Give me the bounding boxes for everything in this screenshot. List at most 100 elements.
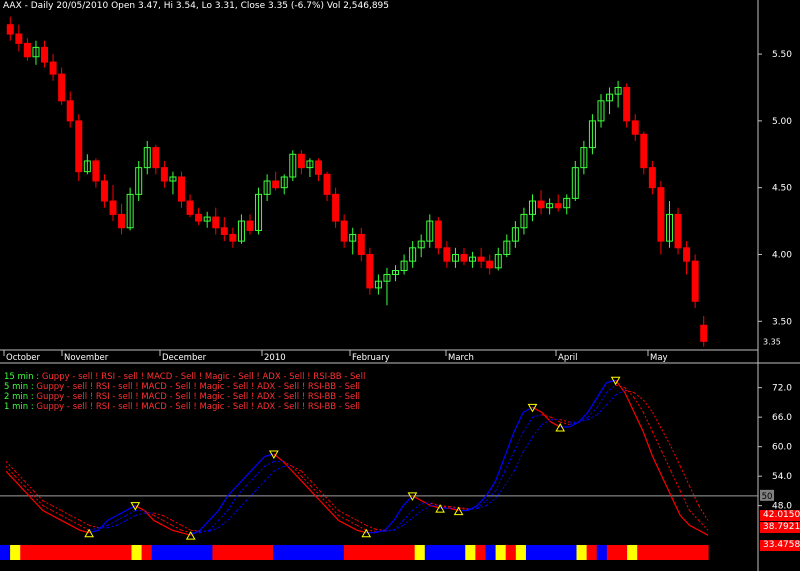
oscillator-signal-segment	[338, 515, 348, 521]
oscillator-segment	[652, 456, 663, 477]
oscillator-segment	[217, 495, 229, 511]
signal-segment	[333, 545, 345, 560]
oscillator-signal-segment	[670, 471, 681, 492]
oscillator-segment	[162, 524, 173, 531]
signal-segment	[343, 545, 355, 560]
oscillator-signal-segment	[255, 480, 265, 492]
signal-segment	[616, 545, 628, 560]
price-axis: 5.50 5.00 4.50 4.00 3.50 3.35	[758, 50, 792, 346]
oscillator-segment	[384, 520, 395, 531]
signal-segment	[647, 545, 659, 560]
oscillator-segment	[227, 485, 238, 497]
time-label-may: May	[650, 353, 668, 363]
signal-segment	[30, 545, 42, 560]
signal-segment	[394, 545, 406, 560]
oscillator-signal-segment	[292, 465, 302, 472]
oscillator-segment	[291, 470, 303, 482]
candle-body	[178, 176, 185, 202]
oscillator-segment	[51, 514, 62, 521]
oscillator-signal-segment	[218, 520, 228, 529]
price-grid	[0, 0, 800, 571]
oscillator-signal-segment	[642, 412, 654, 433]
signal-segment	[273, 545, 284, 560]
price-chart[interactable]: 5.50 5.00 4.50 4.00 3.50 3.35 October November…	[0, 0, 800, 571]
oscillator-segment	[698, 529, 709, 536]
oscillator-signal-segment	[291, 465, 302, 477]
oscillator-signal-segment	[532, 414, 542, 418]
candle-body	[212, 216, 220, 229]
oscillator-signal-segment	[698, 505, 709, 521]
oscillator-signal-segment	[504, 451, 515, 472]
oscillator-signal-segment	[356, 524, 367, 531]
signal-segment	[657, 545, 669, 560]
oscillator-signal-segment	[51, 505, 62, 512]
oscillator-signal-segment	[412, 502, 422, 511]
oscillator-signal-segment	[51, 510, 62, 516]
oscillator-signal-segment	[227, 495, 238, 511]
candle-body	[340, 220, 348, 242]
oscillator-signal-segment	[661, 429, 672, 447]
oscillator-segment	[42, 510, 53, 517]
signal-segment	[637, 545, 648, 560]
signal-segment	[202, 545, 213, 560]
signal-segment	[293, 545, 305, 560]
oscillator-segment	[33, 500, 44, 511]
signal-segment	[455, 545, 466, 560]
signal-segment	[192, 545, 203, 560]
signal-segment	[606, 545, 618, 560]
oscillator-signal-segment	[366, 524, 376, 530]
oscillator-signal-segment	[606, 384, 616, 393]
indicator-2min-text: Guppy - sell ! RSI - sell ! MACD - Sell …	[36, 392, 360, 402]
oscillator-signal-segment	[42, 505, 53, 512]
indicator-1min-name: 1 min :	[4, 402, 34, 412]
last-price-label: 3.35	[763, 337, 781, 346]
oscillator-segment	[144, 510, 155, 521]
price-tick-label: 4.00	[772, 250, 792, 260]
oscillator-signal-segment	[24, 485, 35, 497]
signal-segment	[60, 545, 72, 560]
indicator-2min-name: 2 min :	[4, 392, 34, 402]
oscillator-signal-segment	[107, 524, 117, 529]
price-tick-label: 3.50	[772, 317, 792, 327]
chart-title: AAX - Daily 20/05/2010 Open 3.47, Hi 3.5…	[3, 1, 390, 11]
candle-body	[100, 180, 108, 202]
oscillator-signal-segment	[328, 505, 339, 516]
oscillator-segment	[504, 431, 515, 457]
signal-segment	[121, 545, 133, 560]
indicator-1min-text: Guppy - sell ! RSI - sell ! MACD - Sell …	[36, 402, 360, 412]
time-label-march: March	[448, 353, 474, 363]
signal-segment	[111, 545, 122, 560]
candle-body	[486, 260, 494, 269]
candle-body	[246, 220, 254, 231]
signal-segment	[364, 545, 375, 560]
osc-tick-label: 60.0	[772, 443, 792, 453]
signal-segment	[505, 545, 517, 560]
oscillator-segment	[494, 456, 506, 482]
oscillator-segment	[679, 515, 690, 526]
time-label-april: April	[558, 353, 577, 363]
oscillator-segment	[254, 456, 266, 467]
price-tick-label: 5.50	[772, 50, 792, 60]
candle-body	[674, 213, 682, 249]
candle-body	[272, 180, 280, 189]
oscillator-signal-segment	[310, 480, 321, 492]
oscillator-segment	[596, 382, 607, 398]
oscillator-segment	[633, 411, 644, 433]
candle-body	[75, 120, 83, 173]
oscillator-segment	[199, 520, 210, 531]
oscillator-signal-segment	[356, 519, 367, 526]
signal-bar	[0, 545, 709, 560]
oscillator-signal-segment	[42, 500, 53, 507]
oscillator-signal-segment	[61, 515, 71, 521]
oscillator-signal-segment	[338, 510, 348, 516]
oscillator-signal-segment	[162, 515, 173, 521]
signal-segment	[475, 545, 487, 560]
indicator-5min-name: 5 min :	[4, 382, 34, 392]
signal-segment	[323, 545, 335, 560]
time-label-october: October	[6, 353, 41, 363]
oscillator-signal-segment	[661, 451, 672, 472]
value-tag-1: 42.0150	[760, 510, 800, 521]
oscillator-signal-segment	[652, 412, 663, 430]
oscillator-signal-segment	[33, 495, 44, 507]
oscillator-signal-segment	[70, 519, 81, 526]
